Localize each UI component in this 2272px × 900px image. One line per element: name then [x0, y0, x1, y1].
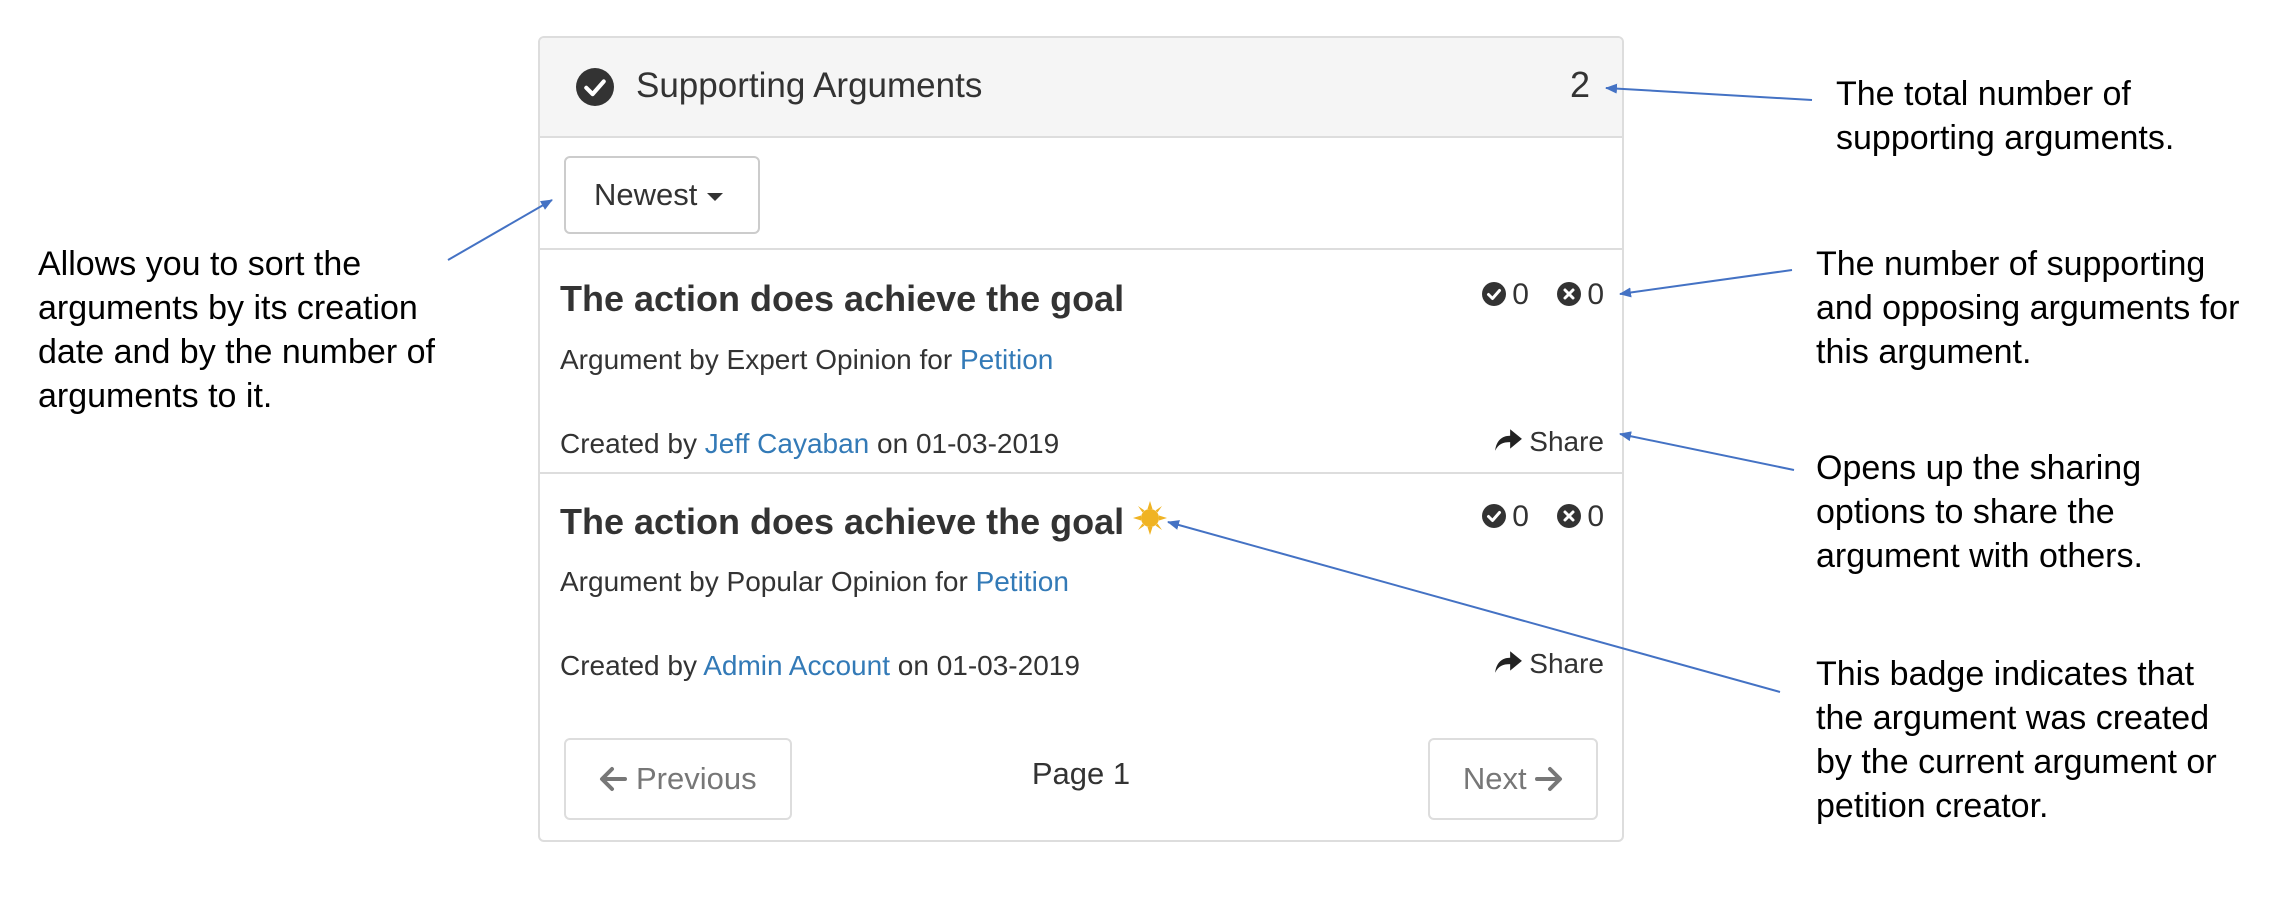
next-page-button[interactable]: Next [1428, 738, 1598, 820]
argument-item: The action does achieve the goal 0 0 Arg… [540, 252, 1622, 474]
creator-link[interactable]: Admin Account [703, 650, 890, 681]
share-button[interactable]: Share [1493, 426, 1604, 458]
share-arrow-icon [1495, 429, 1523, 451]
panel-title: Supporting Arguments [636, 66, 983, 105]
times-circle-icon [1557, 504, 1582, 528]
share-arrow-icon [1495, 651, 1523, 673]
arrow-right-icon [1535, 767, 1563, 791]
oppose-count: 0 [1557, 278, 1604, 312]
creator-link[interactable]: Jeff Cayaban [705, 428, 870, 459]
sort-label: Newest [594, 177, 698, 212]
argument-subtitle: Argument by Expert Opinion for Petition [560, 344, 1054, 375]
annotation-total-count: The total number of supporting arguments… [1836, 75, 2175, 157]
supporting-arguments-panel: Supporting Arguments 2 Newest The action… [538, 36, 1624, 842]
oppose-count: 0 [1557, 500, 1604, 534]
share-button[interactable]: Share [1493, 648, 1604, 680]
annotation-sort: Allows you to sort the arguments by its … [38, 245, 435, 415]
argument-title[interactable]: The action does achieve the goal [560, 500, 1168, 543]
sun-badge-icon [1133, 501, 1168, 535]
argument-item: The action does achieve the goal 0 0 Arg… [540, 474, 1622, 696]
argument-counts: 0 0 [1462, 500, 1604, 534]
argument-title[interactable]: The action does achieve the goal [560, 278, 1124, 320]
panel-heading: Supporting Arguments 2 [540, 38, 1622, 138]
argument-count: 2 [1569, 64, 1590, 105]
argument-counts: 0 0 [1462, 278, 1604, 312]
created-by-line: Created by Admin Account on 01-03-2019 [560, 650, 1080, 681]
annotation-support-oppose: The number of supporting and opposing ar… [1816, 245, 2240, 371]
petition-link[interactable]: Petition [960, 344, 1053, 375]
sort-dropdown-button[interactable]: Newest [564, 156, 760, 234]
check-circle-icon [1482, 282, 1507, 306]
next-label: Next [1462, 761, 1527, 796]
arrow-to-count [1605, 83, 1813, 101]
check-circle-icon [1482, 504, 1507, 528]
caret-down-icon [707, 192, 724, 201]
created-by-line: Created by Jeff Cayaban on 01-03-2019 [560, 428, 1060, 459]
annotation-share: Opens up the sharing options to share th… [1816, 449, 2143, 575]
sort-area: Newest [540, 138, 1622, 250]
argument-subtitle: Argument by Popular Opinion for Petition [560, 566, 1069, 597]
times-circle-icon [1557, 282, 1582, 306]
support-count: 0 [1482, 500, 1529, 534]
arrow-to-share [1619, 431, 1795, 471]
check-circle-icon [576, 68, 614, 106]
petition-link[interactable]: Petition [976, 566, 1069, 597]
annotation-badge: This badge indicates that the argument w… [1816, 655, 2217, 825]
arrow-to-counts [1619, 269, 1793, 298]
support-count: 0 [1482, 278, 1529, 312]
